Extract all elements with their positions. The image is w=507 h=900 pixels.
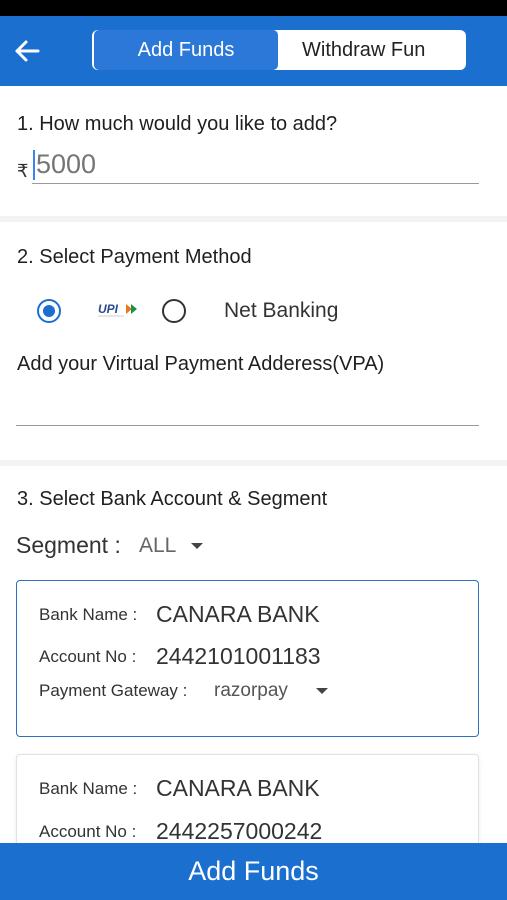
- vpa-underline: [16, 425, 479, 426]
- bank-account-card[interactable]: Bank Name : CANARA BANK Account No : 244…: [16, 580, 479, 737]
- chevron-down-icon[interactable]: [316, 688, 328, 694]
- text-cursor: [33, 150, 35, 180]
- add-funds-button[interactable]: Add Funds: [0, 843, 507, 900]
- app-bar: Add Funds Withdraw Fun: [0, 16, 507, 86]
- chevron-down-icon[interactable]: [191, 543, 203, 549]
- gateway-label: Payment Gateway :: [39, 681, 188, 700]
- upi-logo: UPI: [98, 302, 137, 317]
- payment-method-section: 2. Select Payment Method UPI Net Banking…: [0, 222, 507, 460]
- vpa-input[interactable]: [16, 390, 478, 424]
- net-banking-label[interactable]: Net Banking: [224, 299, 338, 323]
- gateway-dropdown[interactable]: razorpay: [214, 680, 288, 702]
- account-no-label: Account No :: [39, 822, 137, 841]
- rupee-icon: ₹: [17, 161, 29, 181]
- vpa-heading: Add your Virtual Payment Adderess(VPA): [17, 353, 385, 375]
- account-no-value: 2442257000242: [156, 818, 323, 844]
- payment-method-heading: 2. Select Payment Method: [17, 246, 252, 268]
- tab-add-funds[interactable]: Add Funds: [94, 30, 278, 70]
- net-banking-radio[interactable]: [162, 299, 186, 323]
- upi-radio[interactable]: [37, 299, 61, 323]
- arrow-left-icon: [15, 40, 40, 62]
- fund-tabs: Add Funds Withdraw Fun: [92, 30, 466, 70]
- status-bar: [0, 0, 507, 16]
- bank-name-label: Bank Name :: [39, 779, 138, 798]
- account-no-value: 2442101001183: [156, 643, 321, 669]
- amount-input[interactable]: [36, 146, 476, 182]
- amount-section: 1. How much would you like to add? ₹: [0, 86, 507, 216]
- tab-withdraw-funds[interactable]: Withdraw Fun: [278, 30, 466, 70]
- bank-name-label: Bank Name :: [39, 605, 138, 624]
- bank-name-value: CANARA BANK: [156, 601, 320, 627]
- amount-heading: 1. How much would you like to add?: [17, 113, 338, 135]
- amount-underline: [32, 183, 479, 184]
- bank-name-value: CANARA BANK: [156, 775, 320, 801]
- bank-section: 3. Select Bank Account & Segment Segment…: [0, 466, 507, 874]
- back-button[interactable]: [10, 34, 46, 68]
- segment-dropdown[interactable]: ALL: [139, 534, 176, 558]
- account-no-label: Account No :: [39, 647, 137, 666]
- bank-heading: 3. Select Bank Account & Segment: [17, 488, 328, 510]
- segment-label: Segment :: [16, 532, 121, 558]
- svg-text:UPI: UPI: [98, 302, 119, 316]
